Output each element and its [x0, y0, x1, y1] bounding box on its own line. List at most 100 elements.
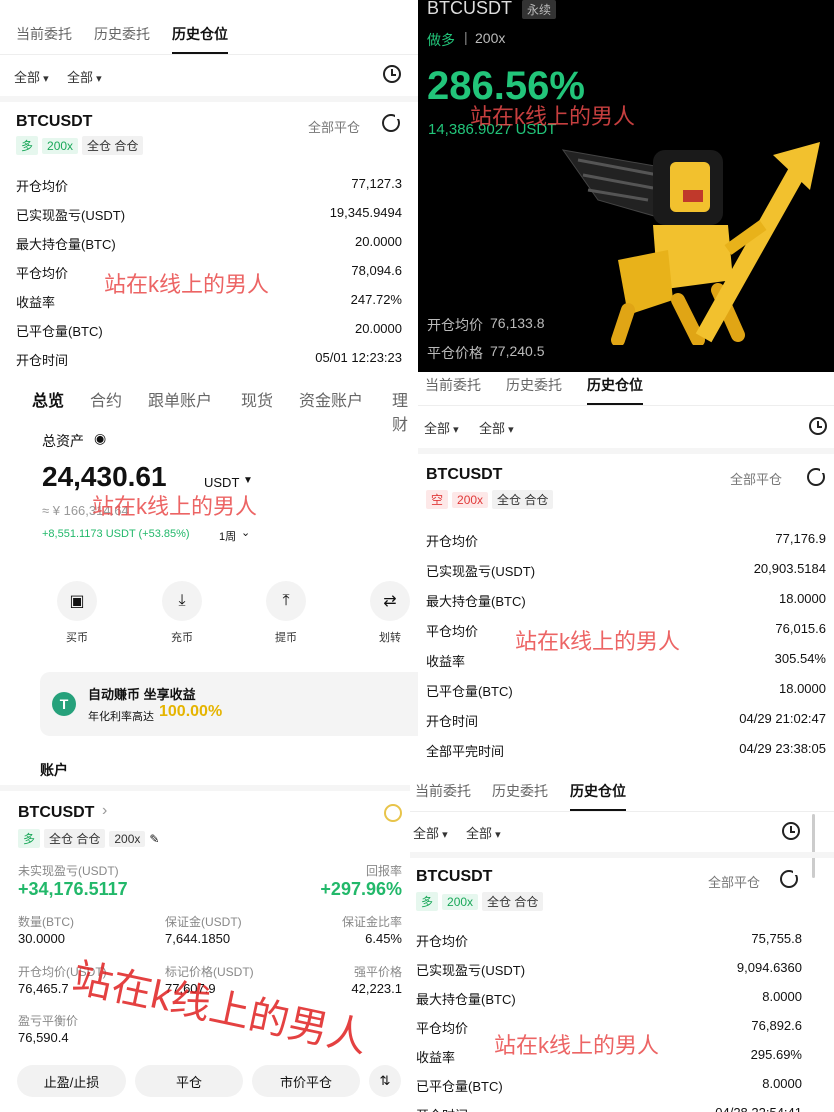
detail-row: 全部平完时间 04/29 23:38:05	[426, 741, 826, 760]
detail-value: 76,015.6	[775, 621, 826, 636]
detail-label: 已实现盈亏(USDT)	[16, 208, 126, 223]
position-tags: 多 全仓 合仓 200x ✎	[18, 829, 159, 848]
symbol-label[interactable]: BTCUSDT	[18, 804, 94, 822]
clock-icon[interactable]	[782, 822, 800, 840]
detail-label: 收益率	[416, 1050, 456, 1065]
share-icon[interactable]	[780, 869, 799, 888]
tp-sl-button[interactable]: 止盈/止损	[17, 1065, 126, 1097]
detail-label: 开仓均价	[16, 179, 69, 194]
market-close-button[interactable]: 市价平仓	[252, 1065, 360, 1097]
filter-dropdown-1[interactable]: 全部	[14, 67, 49, 86]
filter-dropdown-2[interactable]: 全部	[466, 823, 501, 842]
nav-futures[interactable]: 合约	[90, 387, 122, 411]
lion-illustration	[561, 142, 820, 345]
assets-overview-panel: 总览 合约 跟单账户 现货 资金账户 理财 总资产 ◉ 24,430.61 US…	[0, 375, 418, 785]
detail-label: 收益率	[426, 654, 466, 669]
detail-label: 平仓均价	[426, 624, 479, 639]
side-tag: 多	[16, 136, 39, 155]
position-tags: 多 200x 全仓 合仓	[16, 136, 144, 155]
reverse-icon[interactable]: ⇅	[369, 1065, 401, 1097]
edit-icon[interactable]: ✎	[149, 832, 159, 846]
detail-label: 平仓均价	[416, 1021, 469, 1036]
open-position-panel: BTCUSDT › 多 全仓 合仓 200x ✎ 未实现盈亏(USDT) 回报率…	[0, 785, 418, 1112]
tab-position-history[interactable]: 历史仓位	[587, 375, 643, 405]
liq-price-value: 42,223.1	[351, 981, 402, 996]
share-icon[interactable]	[382, 113, 401, 132]
wallet-icon: ▣	[57, 581, 97, 621]
detail-value: 04/28 22:54:41	[715, 1105, 802, 1112]
margin-mode-tag: 全仓 合仓	[492, 490, 554, 509]
detail-row: 最大持仓量(BTC) 20.0000	[16, 234, 402, 253]
detail-value: 305.54%	[774, 651, 826, 666]
tab-position-history[interactable]: 历史仓位	[570, 781, 626, 811]
detail-value: 295.69%	[750, 1047, 802, 1062]
nav-funding[interactable]: 资金账户	[299, 387, 363, 411]
watermark: 站在k线上的男人	[515, 629, 681, 654]
position-tags: 多 200x 全仓 合仓	[416, 892, 544, 911]
watermark: 站在k线上的男人	[104, 272, 270, 297]
detail-row: 已平仓量(BTC) 8.0000	[416, 1076, 802, 1095]
detail-row: 开仓时间 05/01 12:23:23	[16, 350, 402, 369]
perpetual-badge: 永续	[522, 0, 557, 19]
tab-order-history[interactable]: 历史委托	[506, 375, 562, 395]
currency-selector[interactable]: USDT	[204, 475, 239, 490]
tether-icon: T	[52, 692, 76, 716]
margin-ratio-value: 6.45%	[365, 931, 402, 946]
detail-row: 开仓时间 04/29 21:02:47	[426, 711, 826, 730]
close-price-value: 77,240.5	[490, 343, 545, 359]
close-price-label: 平仓价格	[427, 345, 483, 361]
chevron-down-icon[interactable]: ⌄	[241, 526, 250, 539]
symbol-label: BTCUSDT	[426, 466, 503, 483]
detail-label: 开仓时间	[16, 353, 69, 368]
history-positions-panel-3: 当前委托 历史委托 历史仓位 全部 全部 BTCUSDT 多 200x 全仓 合…	[410, 772, 834, 1112]
side-tag: 多	[416, 892, 439, 911]
tab-position-history[interactable]: 历史仓位	[172, 24, 228, 54]
earn-promo-banner[interactable]: T 自动赚币 坐享收益 年化利率高达 100.00%	[40, 672, 418, 736]
leverage-tag[interactable]: 200x	[109, 830, 146, 847]
period-selector[interactable]: 1周	[219, 528, 236, 544]
margin-value: 7,644.1850	[165, 931, 231, 946]
tab-order-history[interactable]: 历史委托	[94, 24, 150, 44]
nav-earn[interactable]: 理财	[392, 387, 418, 435]
close-all-label: 全部平仓	[308, 120, 361, 135]
close-all-label: 全部平仓	[708, 875, 761, 890]
symbol-label: BTCUSDT	[416, 868, 493, 885]
buy-crypto-button[interactable]: ▣ 买币	[57, 581, 97, 645]
breakeven-label: 盈亏平衡价	[18, 1014, 79, 1028]
scrollbar[interactable]	[812, 814, 815, 878]
eye-icon[interactable]: ◉	[94, 430, 106, 447]
roi-label: 回报率	[365, 864, 402, 878]
action-label: 提币	[275, 632, 297, 644]
filter-dropdown-2[interactable]: 全部	[67, 67, 102, 86]
close-position-button[interactable]: 平仓	[135, 1065, 243, 1097]
share-icon[interactable]	[384, 804, 402, 822]
nav-spot[interactable]: 现货	[241, 387, 273, 411]
detail-value: 9,094.6360	[736, 960, 802, 975]
detail-row: 已实现盈亏(USDT) 20,903.5184	[426, 561, 826, 580]
nav-copy-trading[interactable]: 跟单账户	[148, 387, 212, 411]
action-label: 划转	[379, 632, 401, 644]
leverage-tag: 200x	[452, 491, 489, 508]
transfer-button[interactable]: ⇄ 划转	[370, 581, 410, 645]
tab-current-orders[interactable]: 当前委托	[415, 781, 471, 801]
chevron-right-icon[interactable]: ›	[102, 802, 107, 820]
chevron-down-icon[interactable]: ▼	[243, 475, 253, 486]
clock-icon[interactable]	[809, 417, 827, 435]
filter-dropdown-2[interactable]: 全部	[479, 418, 514, 437]
watermark: 站在k线上的男人	[92, 494, 258, 519]
nav-overview[interactable]: 总览	[32, 387, 64, 411]
detail-label: 开仓均价	[426, 534, 479, 549]
tab-current-orders[interactable]: 当前委托	[16, 24, 72, 44]
detail-label: 收益率	[16, 295, 56, 310]
deposit-button[interactable]: ⤓ 充币	[162, 581, 202, 645]
tab-current-orders[interactable]: 当前委托	[425, 375, 481, 395]
detail-value: 05/01 12:23:23	[315, 350, 402, 365]
filter-dropdown-1[interactable]: 全部	[413, 823, 448, 842]
withdraw-button[interactable]: ⤒ 提币	[266, 581, 306, 645]
detail-value: 19,345.9494	[329, 205, 402, 220]
share-icon[interactable]	[807, 467, 826, 486]
side-tag: 多	[18, 829, 41, 848]
clock-icon[interactable]	[383, 65, 401, 83]
tab-order-history[interactable]: 历史委托	[492, 781, 548, 801]
filter-dropdown-1[interactable]: 全部	[424, 418, 459, 437]
